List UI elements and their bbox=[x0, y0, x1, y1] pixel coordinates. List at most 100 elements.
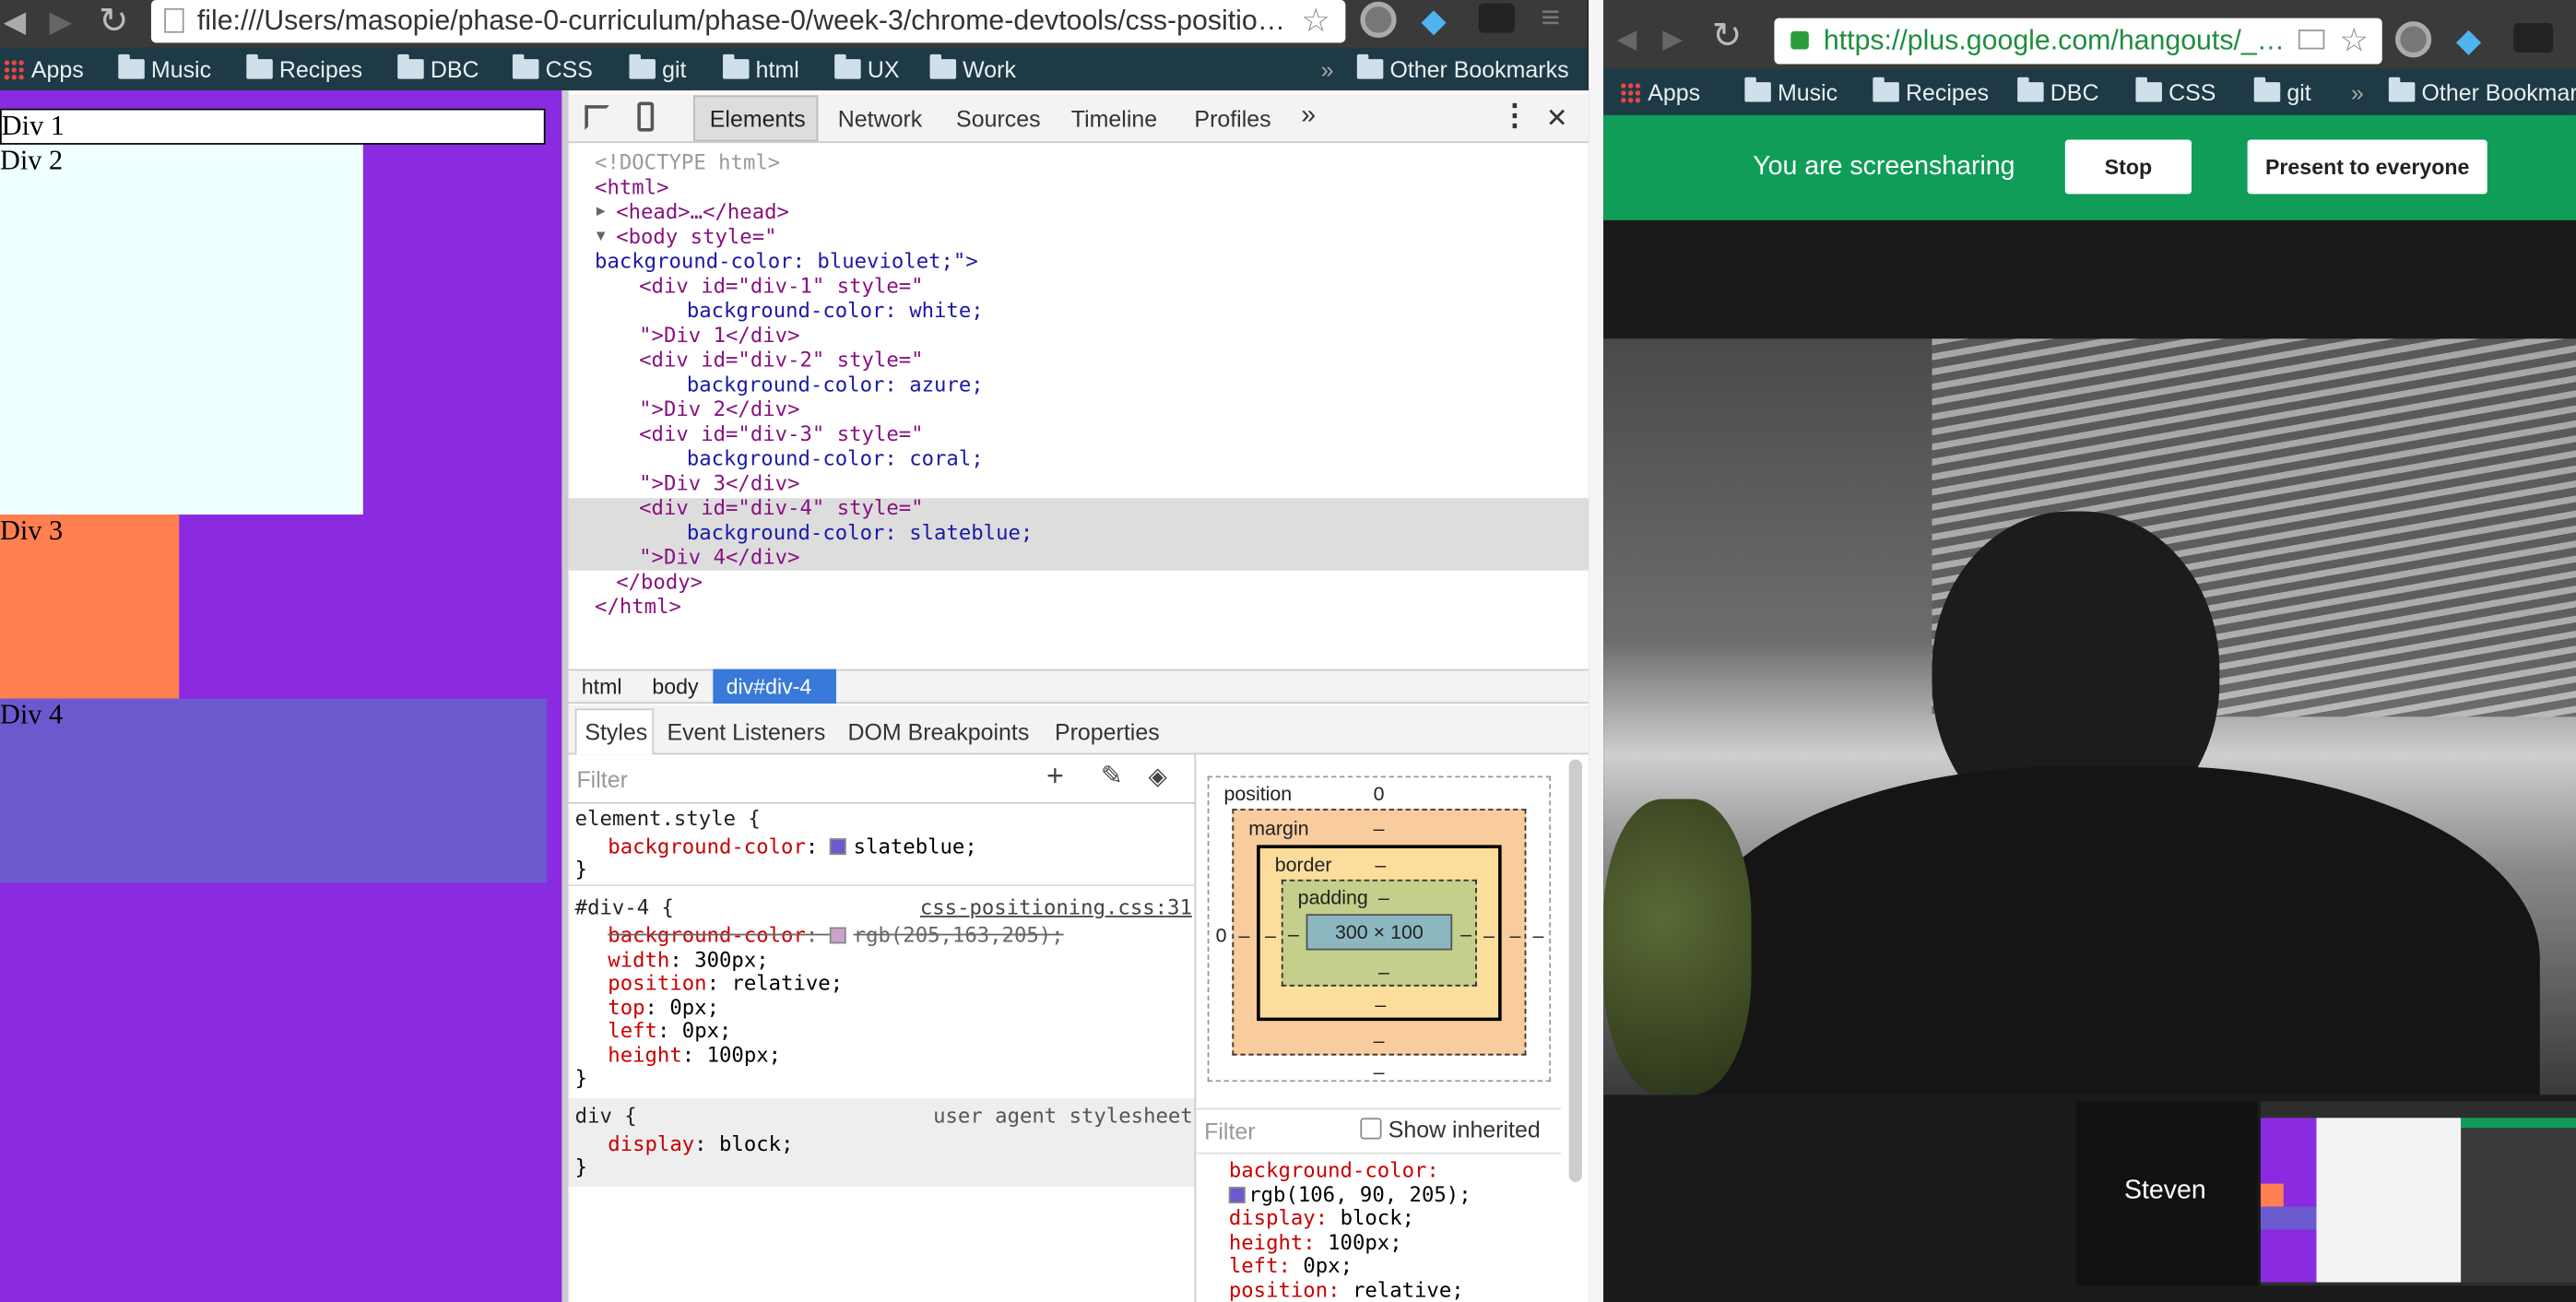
ua-rule-selector[interactable]: div { bbox=[575, 1103, 637, 1128]
bookmark-git[interactable]: git bbox=[629, 53, 686, 82]
bookmark-overflow[interactable]: » bbox=[1321, 56, 1334, 83]
devtools-close-icon[interactable]: ✕ bbox=[1546, 102, 1568, 136]
back-icon[interactable]: ◀ bbox=[4, 5, 27, 39]
computed-filter-input[interactable]: Filter bbox=[1204, 1118, 1255, 1144]
bookmark-dbc[interactable]: DBC bbox=[397, 53, 479, 82]
right-bookmark-other[interactable]: Other Bookmar bbox=[2388, 77, 2576, 105]
dom-div1-close[interactable]: ">Div 1</div> bbox=[639, 322, 799, 347]
dom-body-open-b[interactable]: background-color: blueviolet;"> bbox=[595, 248, 978, 273]
bookmark-html[interactable]: html bbox=[723, 53, 799, 82]
div4-prop-background[interactable]: background-color: rgb(205,163,205); bbox=[608, 922, 1063, 947]
right-reload-icon[interactable]: ↻ bbox=[1712, 15, 1743, 57]
breadcrumb-div-4[interactable]: div#div-4 bbox=[727, 674, 812, 699]
right-bookmark-star-icon[interactable]: ☆ bbox=[2339, 19, 2369, 61]
right-bookmark-dbc[interactable]: DBC bbox=[2017, 77, 2098, 105]
breadcrumb-html[interactable]: html bbox=[582, 674, 622, 699]
box-model-content[interactable]: 300 × 100 bbox=[1306, 914, 1453, 951]
pin-icon[interactable]: ✎ bbox=[1101, 760, 1123, 793]
ua-prop-display[interactable]: display: block; bbox=[608, 1131, 793, 1156]
extension-hat-icon[interactable] bbox=[1478, 3, 1515, 33]
new-rule-icon[interactable]: + bbox=[1046, 760, 1064, 794]
subtab-event-listeners[interactable]: Event Listeners bbox=[667, 718, 825, 745]
extension-reel-icon[interactable] bbox=[1360, 1, 1397, 39]
menu-icon[interactable]: ≡ bbox=[1541, 0, 1560, 38]
right-bookmark-recipes[interactable]: Recipes bbox=[1873, 77, 1989, 105]
left-address-bar[interactable]: file:///Users/masopie/phase-0-curriculum… bbox=[150, 0, 1346, 43]
extension-diamond-icon[interactable]: ◆ bbox=[1421, 0, 1446, 41]
dom-div3-open[interactable]: <div id="div-3" style=" bbox=[639, 420, 923, 445]
dom-html-close[interactable]: </html> bbox=[595, 594, 681, 619]
div4-prop-height[interactable]: height: 100px; bbox=[608, 1042, 781, 1067]
tab-sources[interactable]: Sources bbox=[956, 105, 1041, 132]
devtools-menu-icon[interactable]: ⋮ bbox=[1500, 99, 1530, 133]
bookmark-css[interactable]: CSS bbox=[512, 53, 593, 82]
right-back-icon[interactable]: ◀ bbox=[1616, 23, 1637, 56]
right-extension-reel-icon[interactable] bbox=[2394, 21, 2432, 58]
dom-div3-close[interactable]: ">Div 3</div> bbox=[639, 470, 799, 495]
bookmark-other[interactable]: Other Bookmarks bbox=[1356, 53, 1569, 82]
div4-rule-selector[interactable]: #div-4 { bbox=[575, 894, 674, 919]
camera-icon[interactable] bbox=[2298, 30, 2325, 50]
color-swatch-icon[interactable] bbox=[830, 838, 847, 856]
color-format-icon[interactable]: ◈ bbox=[1149, 761, 1168, 790]
dom-body-triangle-icon[interactable]: ▼ bbox=[597, 225, 606, 250]
right-extension-diamond-icon[interactable]: ◆ bbox=[2456, 19, 2481, 61]
element-style-selector[interactable]: element.style { bbox=[575, 806, 761, 831]
dom-div2-close[interactable]: ">Div 2</div> bbox=[639, 397, 799, 421]
color-swatch-icon[interactable] bbox=[830, 927, 847, 944]
subtab-dom-breakpoints[interactable]: DOM Breakpoints bbox=[847, 718, 1029, 745]
computed-scrollbar[interactable] bbox=[1568, 759, 1582, 1182]
bookmark-apps[interactable]: Apps bbox=[3, 56, 84, 82]
breadcrumb-body[interactable]: body bbox=[652, 674, 698, 699]
dom-div4-open[interactable]: <div id="div-4" style=" bbox=[639, 495, 923, 520]
dom-div1-open[interactable]: <div id="div-1" style=" bbox=[639, 273, 923, 298]
bookmark-ux[interactable]: UX bbox=[834, 53, 899, 82]
dom-head[interactable]: <head>…</head> bbox=[616, 199, 789, 224]
dom-div4-close[interactable]: ">Div 4</div> bbox=[639, 544, 799, 569]
tab-profiles[interactable]: Profiles bbox=[1194, 105, 1270, 132]
right-extension-hat-icon[interactable] bbox=[2513, 22, 2554, 53]
inspect-icon[interactable] bbox=[585, 105, 610, 130]
div4-prop-left[interactable]: left: 0px; bbox=[608, 1018, 731, 1043]
dom-div1-style[interactable]: background-color: white; bbox=[687, 298, 984, 323]
dom-doctype[interactable]: <!DOCTYPE html> bbox=[595, 149, 780, 174]
dom-div3-style[interactable]: background-color: coral; bbox=[687, 445, 984, 470]
subtab-properties[interactable]: Properties bbox=[1055, 718, 1160, 745]
self-preview-tile[interactable] bbox=[2260, 1101, 2576, 1286]
right-bookmark-git[interactable]: git bbox=[2253, 77, 2311, 105]
bookmark-recipes[interactable]: Recipes bbox=[246, 53, 362, 82]
present-to-everyone-button[interactable]: Present to everyone bbox=[2247, 139, 2487, 195]
right-address-bar[interactable]: https://plus.google.com/hangouts/_… bbox=[1774, 18, 2382, 65]
right-bookmark-music[interactable]: Music bbox=[1744, 77, 1837, 105]
div4-rule-source-link[interactable]: css-positioning.css:31 bbox=[920, 894, 1192, 919]
reload-icon[interactable]: ↻ bbox=[99, 0, 129, 42]
tab-network[interactable]: Network bbox=[838, 105, 923, 132]
div4-prop-position[interactable]: position: relative; bbox=[608, 970, 843, 995]
element-style-prop-row[interactable]: background-color: slateblue; bbox=[608, 834, 976, 858]
dom-div4-style[interactable]: background-color: slateblue; bbox=[687, 519, 1033, 544]
dom-div2-open[interactable]: <div id="div-2" style=" bbox=[639, 347, 923, 372]
box-model-padding: padding – – – – 300 × 100 bbox=[1281, 879, 1477, 987]
dom-html-open[interactable]: <html> bbox=[595, 174, 668, 199]
bookmark-music[interactable]: Music bbox=[118, 53, 211, 82]
bookmark-work[interactable]: Work bbox=[929, 53, 1016, 82]
div4-prop-width[interactable]: width: 300px; bbox=[608, 947, 768, 972]
bookmark-star-icon[interactable]: ☆ bbox=[1301, 0, 1330, 41]
right-forward-icon[interactable]: ▶ bbox=[1662, 23, 1683, 56]
styles-filter-input[interactable]: Filter bbox=[576, 766, 627, 793]
dom-body-open-a[interactable]: <body style=" bbox=[616, 223, 776, 248]
forward-icon[interactable]: ▶ bbox=[49, 5, 72, 39]
dom-div2-style[interactable]: background-color: azure; bbox=[687, 372, 984, 397]
device-mode-icon[interactable] bbox=[637, 101, 655, 132]
show-inherited-checkbox[interactable] bbox=[1360, 1118, 1382, 1140]
right-bookmark-overflow[interactable]: » bbox=[2351, 79, 2364, 106]
dom-body-close[interactable]: </body> bbox=[616, 569, 703, 594]
prop-value: slateblue; bbox=[853, 833, 977, 858]
right-bookmark-css[interactable]: CSS bbox=[2135, 77, 2216, 105]
tab-timeline[interactable]: Timeline bbox=[1071, 105, 1157, 132]
dom-head-triangle-icon[interactable]: ▶ bbox=[597, 201, 606, 226]
div4-prop-top[interactable]: top: 0px; bbox=[608, 995, 719, 1020]
right-bookmark-apps[interactable]: Apps bbox=[1619, 79, 1700, 105]
tabs-overflow-icon[interactable]: » bbox=[1301, 102, 1316, 132]
stop-button[interactable]: Stop bbox=[2064, 139, 2192, 195]
